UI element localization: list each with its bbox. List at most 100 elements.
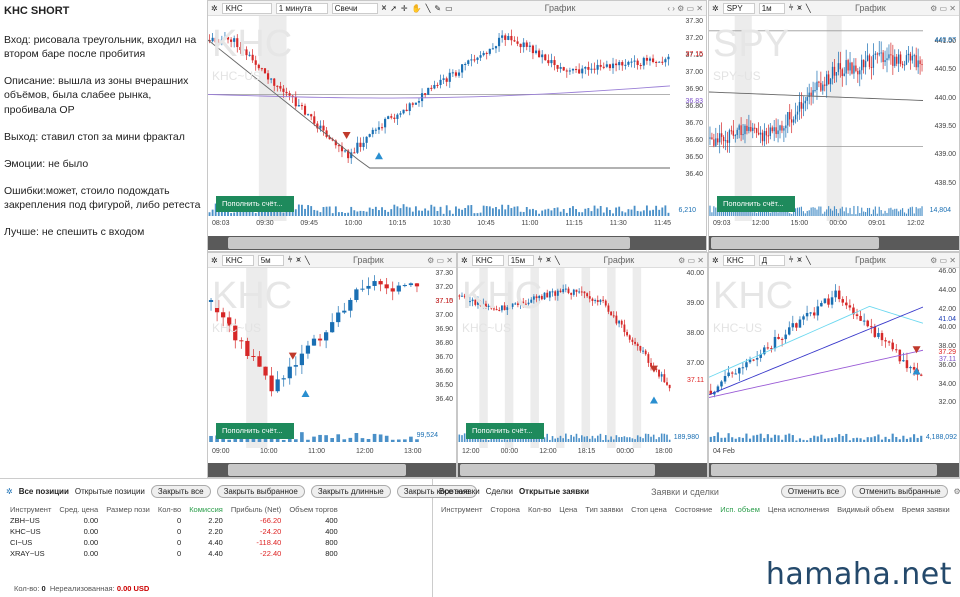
- link-icon[interactable]: ✲: [461, 256, 468, 265]
- chart-scrollbar[interactable]: [458, 463, 707, 477]
- cancel-all-button[interactable]: Отменить все: [780, 485, 847, 498]
- candle-body: [722, 136, 725, 142]
- fund-account-button[interactable]: Пополнить счёт...: [717, 196, 795, 212]
- positions-col[interactable]: Сред. цена: [55, 504, 102, 515]
- orders-col[interactable]: Сторона: [486, 504, 524, 515]
- orders-col[interactable]: Инструмент: [437, 504, 486, 515]
- symbol-field[interactable]: KHC: [221, 254, 254, 266]
- window-controls[interactable]: ⚙ ▭ ✕: [930, 256, 956, 265]
- positions-col[interactable]: Комиссия: [185, 504, 227, 515]
- x-tick-label: 11:45: [654, 220, 671, 227]
- candle-body: [719, 133, 721, 143]
- window-controls[interactable]: ⚙ ▭ ✕: [954, 487, 960, 496]
- link-icon[interactable]: ✲: [712, 4, 719, 13]
- line-tool-icon[interactable]: ╲: [555, 256, 560, 265]
- candle-body: [565, 70, 568, 72]
- candle-icon[interactable]: ⫩: [789, 3, 794, 13]
- chart-type-select[interactable]: Свечи: [331, 2, 378, 14]
- cancel-selected-button[interactable]: Отменить выбранные: [852, 485, 948, 498]
- tab-open-orders[interactable]: Открытые заявки: [519, 487, 589, 496]
- indicator-icon[interactable]: ⩙: [382, 3, 387, 13]
- chart-panel-spy[interactable]: ✲ SPY 1м ⫩ ⩙ ╲ График ⚙ ▭ ✕ SPY SPY~US 4…: [708, 0, 960, 252]
- pen-icon[interactable]: ✎: [434, 4, 441, 13]
- volume-bar: [525, 207, 528, 216]
- indicator-icon[interactable]: ⩙: [797, 3, 802, 13]
- orders-col[interactable]: Исп. объем: [716, 504, 764, 515]
- orders-col[interactable]: Время заявки: [898, 504, 954, 515]
- volume-bar: [415, 439, 419, 442]
- candle-body: [442, 78, 445, 80]
- window-controls[interactable]: ⚙ ▭ ✕: [678, 256, 704, 265]
- symbol-field[interactable]: KHC: [722, 254, 755, 266]
- interval-select[interactable]: 15м: [507, 254, 534, 266]
- table-row[interactable]: KHC~US 0.00 0 2.20 -24.20 400: [6, 526, 342, 537]
- interval-select[interactable]: 1 минута: [275, 2, 328, 14]
- chart-scrollbar[interactable]: [709, 463, 959, 477]
- volume-bar: [915, 207, 917, 216]
- candle-icon[interactable]: ⫩: [789, 255, 794, 265]
- chart-scrollbar[interactable]: [709, 236, 959, 250]
- orders-col[interactable]: Цена: [555, 504, 581, 515]
- orders-col[interactable]: Видимый объем: [833, 504, 898, 515]
- orders-col[interactable]: Тип заявки: [581, 504, 627, 515]
- fund-account-button[interactable]: Пополнить счёт...: [216, 196, 294, 212]
- symbol-field[interactable]: KHC: [221, 2, 272, 14]
- tab-trades[interactable]: Сделки: [486, 487, 513, 496]
- positions-col[interactable]: Кол-во: [154, 504, 185, 515]
- candle-body: [618, 320, 621, 324]
- positions-col[interactable]: Объем торгов: [285, 504, 341, 515]
- positions-col[interactable]: Прибыль (Net): [227, 504, 285, 515]
- interval-select[interactable]: 1м: [758, 2, 785, 14]
- tab-all-positions[interactable]: Все позиции: [19, 487, 69, 496]
- positions-col[interactable]: Инструмент: [6, 504, 55, 515]
- window-controls[interactable]: ‹ › ⚙ ▭ ✕: [667, 4, 703, 13]
- volume-bar: [374, 206, 377, 216]
- chart-panel-khc-daily[interactable]: ✲ KHC Д ⫩ ⩙ ╲ График ⚙ ▭ ✕ KHC KHC~US 46…: [708, 252, 960, 478]
- cursor-icon[interactable]: ➚: [390, 4, 397, 13]
- indicator-icon[interactable]: ⩙: [797, 255, 802, 265]
- table-row[interactable]: XRAY~US 0.00 0 4.40 -22.40 800: [6, 548, 342, 559]
- volume-bar: [547, 208, 550, 216]
- table-cell: 800: [325, 538, 338, 547]
- fund-account-button[interactable]: Пополнить счёт...: [466, 423, 544, 439]
- orders-col[interactable]: Цена исполнения: [764, 504, 833, 515]
- positions-col[interactable]: Размер пози: [102, 504, 154, 515]
- indicator-icon[interactable]: ⩙: [546, 255, 551, 265]
- line-tool-icon[interactable]: ╲: [305, 256, 310, 265]
- crosshair-icon[interactable]: ✛: [401, 4, 408, 13]
- volume-bar: [615, 207, 618, 216]
- table-row[interactable]: ZBH~US 0.00 0 2.20 -66.20 400: [6, 515, 342, 526]
- line-tool-icon[interactable]: ╲: [426, 4, 431, 13]
- tab-open-positions[interactable]: Открытые позиции: [75, 487, 145, 496]
- orders-col[interactable]: Стоп цена: [627, 504, 671, 515]
- link-icon[interactable]: ✲: [712, 256, 719, 265]
- close-selected-button[interactable]: Закрыть выбранное: [216, 485, 305, 498]
- candle-icon[interactable]: ⫩: [538, 255, 543, 265]
- link-icon[interactable]: ✲: [211, 4, 218, 13]
- line-tool-icon[interactable]: ╲: [806, 4, 811, 13]
- chart-scrollbar[interactable]: [208, 236, 706, 250]
- fund-account-button[interactable]: Пополнить счёт...: [216, 423, 294, 439]
- interval-select[interactable]: Д: [758, 254, 785, 266]
- table-row[interactable]: CI~US 0.00 0 4.40 -118.40 800: [6, 537, 342, 548]
- tab-all-orders[interactable]: Все заявки: [439, 487, 480, 496]
- symbol-field[interactable]: KHC: [471, 254, 504, 266]
- rect-tool-icon[interactable]: ▭: [445, 4, 453, 13]
- indicator-icon[interactable]: ⩙: [296, 255, 301, 265]
- close-long-button[interactable]: Закрыть длинные: [310, 485, 391, 498]
- close-all-button[interactable]: Закрыть все: [150, 485, 211, 498]
- orders-col[interactable]: Состояние: [671, 504, 716, 515]
- window-controls[interactable]: ⚙ ▭ ✕: [930, 4, 956, 13]
- symbol-field[interactable]: SPY: [722, 2, 755, 14]
- chart-panel-khc-1m[interactable]: ✲ KHC 1 минута Свечи ⩙ ➚ ✛ ✋ ╲ ✎ ▭ Графи…: [207, 0, 707, 252]
- link-icon[interactable]: ✲: [211, 256, 218, 265]
- chart-panel-khc-5m[interactable]: ✲ KHC 5м ⫩ ⩙ ╲ График ⚙ ▭ ✕ KHC KHC~US 3…: [207, 252, 457, 478]
- line-tool-icon[interactable]: ╲: [806, 256, 811, 265]
- hand-icon[interactable]: ✋: [412, 4, 422, 13]
- orders-col[interactable]: Кол-во: [524, 504, 555, 515]
- chart-scrollbar[interactable]: [208, 463, 456, 477]
- chart-panel-khc-15m[interactable]: ✲ KHC 15м ⫩ ⩙ ╲ График ⚙ ▭ ✕ KHC KHC~US …: [457, 252, 708, 478]
- interval-select[interactable]: 5м: [257, 254, 284, 266]
- window-controls[interactable]: ⚙ ▭ ✕: [427, 256, 453, 265]
- candle-icon[interactable]: ⫩: [288, 255, 293, 265]
